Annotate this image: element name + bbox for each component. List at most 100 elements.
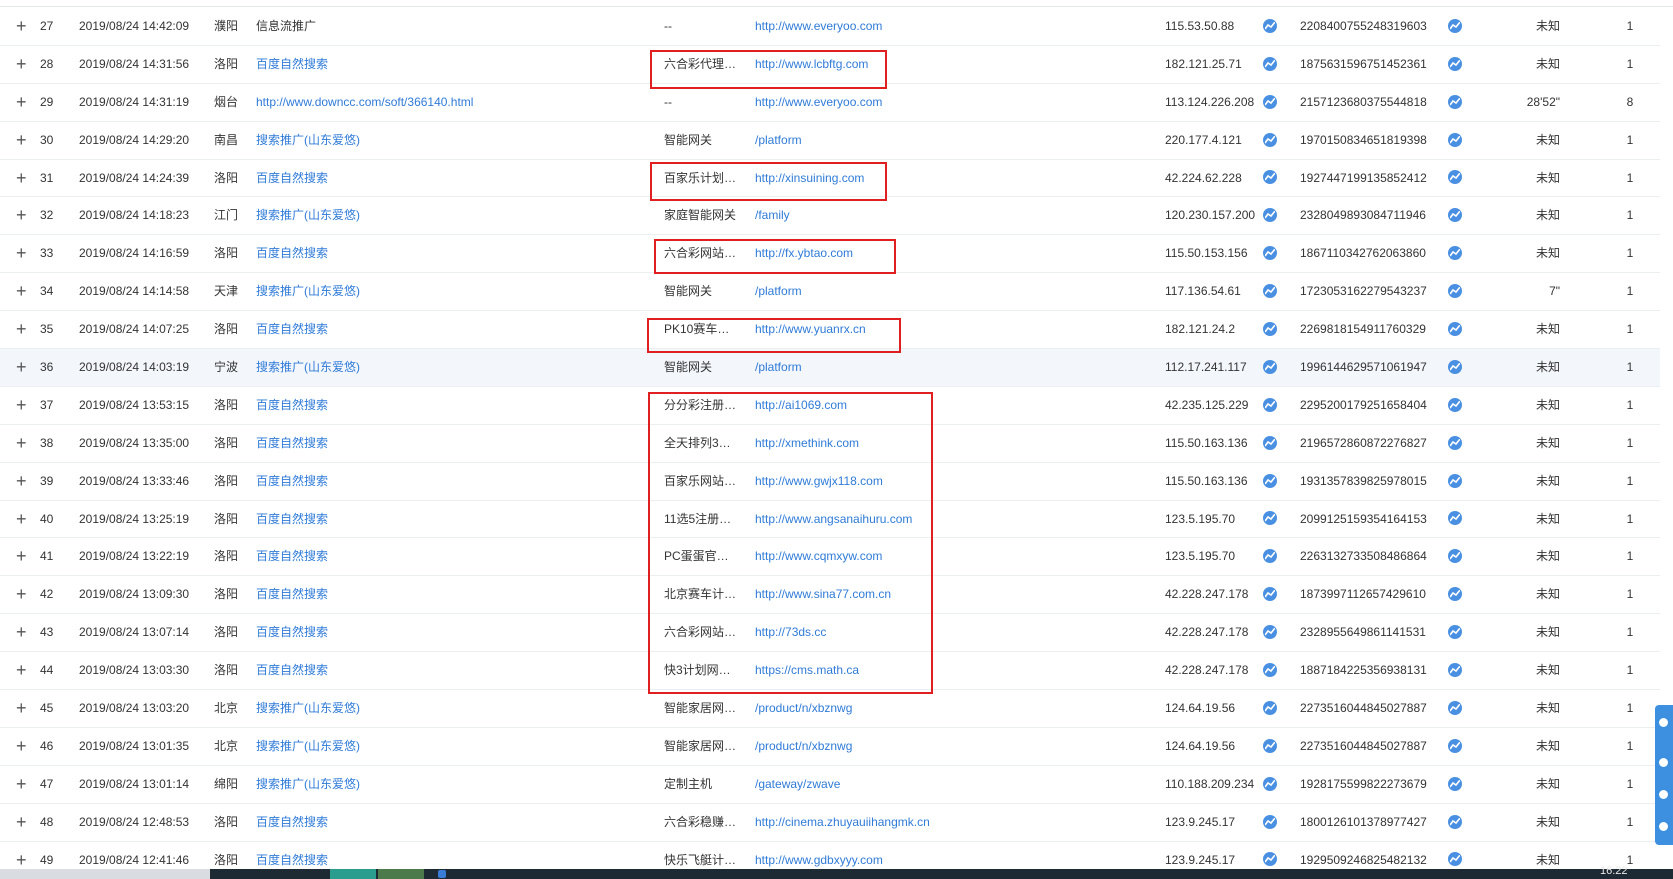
trend-chart-icon[interactable] <box>1448 852 1462 867</box>
trend-chart-icon[interactable] <box>1263 359 1277 374</box>
expand-row-button[interactable]: + <box>16 8 30 46</box>
floating-side-toolbar[interactable] <box>1655 705 1673 845</box>
expand-row-button[interactable]: + <box>16 84 30 122</box>
traffic-source[interactable]: 百度自然搜索 <box>256 501 646 539</box>
traffic-source[interactable]: 搜索推广(山东爱悠) <box>256 728 646 766</box>
trend-chart-icon[interactable] <box>1263 776 1277 791</box>
trend-chart-icon[interactable] <box>1263 473 1277 488</box>
trend-chart-icon[interactable] <box>1448 587 1462 602</box>
trend-chart-icon[interactable] <box>1448 208 1462 223</box>
traffic-source[interactable]: 搜索推广(山东爱悠) <box>256 273 646 311</box>
trend-chart-icon[interactable] <box>1448 56 1462 71</box>
table-row[interactable]: +29 2019/08/24 14:31:19 烟台 http://www.downc… <box>0 84 1660 122</box>
trend-chart-icon[interactable] <box>1448 246 1462 261</box>
trend-chart-icon[interactable] <box>1448 321 1462 336</box>
table-row[interactable]: +27 2019/08/24 14:42:09 濮阳 信息流推广 -- http://ww… <box>0 8 1660 46</box>
trend-chart-icon[interactable] <box>1263 435 1277 450</box>
expand-row-button[interactable]: + <box>16 501 30 539</box>
expand-row-button[interactable]: + <box>16 614 30 652</box>
taskbar-app-icon[interactable] <box>378 869 424 879</box>
trend-chart-icon[interactable] <box>1263 549 1277 564</box>
entry-page-link[interactable]: /gateway/zwave <box>755 766 1085 804</box>
expand-row-button[interactable]: + <box>16 425 30 463</box>
expand-row-button[interactable]: + <box>16 690 30 728</box>
traffic-source[interactable]: 百度自然搜索 <box>256 160 646 198</box>
table-row[interactable]: +48 2019/08/24 12:48:53 洛阳 百度自然搜索 六合彩稳赚… http… <box>0 804 1660 842</box>
trend-chart-icon[interactable] <box>1448 132 1462 147</box>
traffic-source[interactable]: 百度自然搜索 <box>256 235 646 273</box>
trend-chart-icon[interactable] <box>1448 170 1462 185</box>
trend-chart-icon[interactable] <box>1448 284 1462 299</box>
entry-page-link[interactable]: /platform <box>755 273 1085 311</box>
side-toolbar-dot[interactable] <box>1659 822 1668 831</box>
expand-row-button[interactable]: + <box>16 46 30 84</box>
trend-chart-icon[interactable] <box>1448 18 1462 33</box>
traffic-source[interactable]: 百度自然搜索 <box>256 425 646 463</box>
table-row[interactable]: +45 2019/08/24 13:03:20 北京 搜索推广(山东爱悠) 智能家居网…… <box>0 690 1660 728</box>
expand-row-button[interactable]: + <box>16 235 30 273</box>
entry-page-link[interactable]: /product/n/xbznwg <box>755 690 1085 728</box>
table-row[interactable]: +30 2019/08/24 14:29:20 南昌 搜索推广(山东爱悠) 智能网关/p… <box>0 122 1660 160</box>
entry-page-link[interactable]: http://www.everyoo.com <box>755 84 1085 122</box>
expand-row-button[interactable]: + <box>16 463 30 501</box>
taskbar-search-area[interactable] <box>0 869 210 879</box>
expand-row-button[interactable]: + <box>16 576 30 614</box>
trend-chart-icon[interactable] <box>1263 56 1277 71</box>
trend-chart-icon[interactable] <box>1263 284 1277 299</box>
trend-chart-icon[interactable] <box>1448 511 1462 526</box>
trend-chart-icon[interactable] <box>1448 700 1462 715</box>
expand-row-button[interactable]: + <box>16 122 30 160</box>
trend-chart-icon[interactable] <box>1448 549 1462 564</box>
taskbar-app-icon[interactable] <box>438 870 446 878</box>
expand-row-button[interactable]: + <box>16 728 30 766</box>
traffic-source[interactable]: 搜索推广(山东爱悠) <box>256 349 646 387</box>
trend-chart-icon[interactable] <box>1263 814 1277 829</box>
entry-page-link[interactable]: http://www.everyoo.com <box>755 8 1085 46</box>
entry-page-link[interactable]: /platform <box>755 349 1085 387</box>
taskbar-app-icon[interactable] <box>330 869 376 879</box>
trend-chart-icon[interactable] <box>1263 700 1277 715</box>
expand-row-button[interactable]: + <box>16 387 30 425</box>
trend-chart-icon[interactable] <box>1263 511 1277 526</box>
trend-chart-icon[interactable] <box>1263 94 1277 109</box>
expand-row-button[interactable]: + <box>16 197 30 235</box>
expand-row-button[interactable]: + <box>16 766 30 804</box>
trend-chart-icon[interactable] <box>1448 435 1462 450</box>
traffic-source[interactable]: 百度自然搜索 <box>256 804 646 842</box>
trend-chart-icon[interactable] <box>1448 662 1462 677</box>
trend-chart-icon[interactable] <box>1263 397 1277 412</box>
trend-chart-icon[interactable] <box>1448 397 1462 412</box>
trend-chart-icon[interactable] <box>1263 170 1277 185</box>
trend-chart-icon[interactable] <box>1263 738 1277 753</box>
trend-chart-icon[interactable] <box>1263 132 1277 147</box>
entry-page-link[interactable]: /platform <box>755 122 1085 160</box>
trend-chart-icon[interactable] <box>1263 662 1277 677</box>
trend-chart-icon[interactable] <box>1448 359 1462 374</box>
side-toolbar-dot[interactable] <box>1659 718 1668 727</box>
trend-chart-icon[interactable] <box>1263 852 1277 867</box>
traffic-source[interactable]: 搜索推广(山东爱悠) <box>256 122 646 160</box>
expand-row-button[interactable]: + <box>16 652 30 690</box>
trend-chart-icon[interactable] <box>1448 776 1462 791</box>
expand-row-button[interactable]: + <box>16 349 30 387</box>
trend-chart-icon[interactable] <box>1263 321 1277 336</box>
traffic-source[interactable]: 百度自然搜索 <box>256 46 646 84</box>
traffic-source[interactable]: 搜索推广(山东爱悠) <box>256 766 646 804</box>
traffic-source[interactable]: 百度自然搜索 <box>256 538 646 576</box>
expand-row-button[interactable]: + <box>16 160 30 198</box>
traffic-source[interactable]: 百度自然搜索 <box>256 576 646 614</box>
trend-chart-icon[interactable] <box>1448 625 1462 640</box>
traffic-source[interactable]: 搜索推广(山东爱悠) <box>256 690 646 728</box>
expand-row-button[interactable]: + <box>16 538 30 576</box>
trend-chart-icon[interactable] <box>1448 94 1462 109</box>
table-row[interactable]: +36 2019/08/24 14:03:19 宁波 搜索推广(山东爱悠) 智能网关/p… <box>0 349 1660 387</box>
trend-chart-icon[interactable] <box>1263 246 1277 261</box>
trend-chart-icon[interactable] <box>1263 18 1277 33</box>
table-row[interactable]: +32 2019/08/24 14:18:23 江门 搜索推广(山东爱悠) 家庭智能网关… <box>0 197 1660 236</box>
entry-page-link[interactable]: http://cinema.zhuyauiihangmk.cn <box>755 804 1085 842</box>
traffic-source[interactable]: 搜索推广(山东爱悠) <box>256 197 646 235</box>
trend-chart-icon[interactable] <box>1448 738 1462 753</box>
trend-chart-icon[interactable] <box>1263 625 1277 640</box>
trend-chart-icon[interactable] <box>1448 814 1462 829</box>
traffic-source[interactable]: 百度自然搜索 <box>256 652 646 690</box>
